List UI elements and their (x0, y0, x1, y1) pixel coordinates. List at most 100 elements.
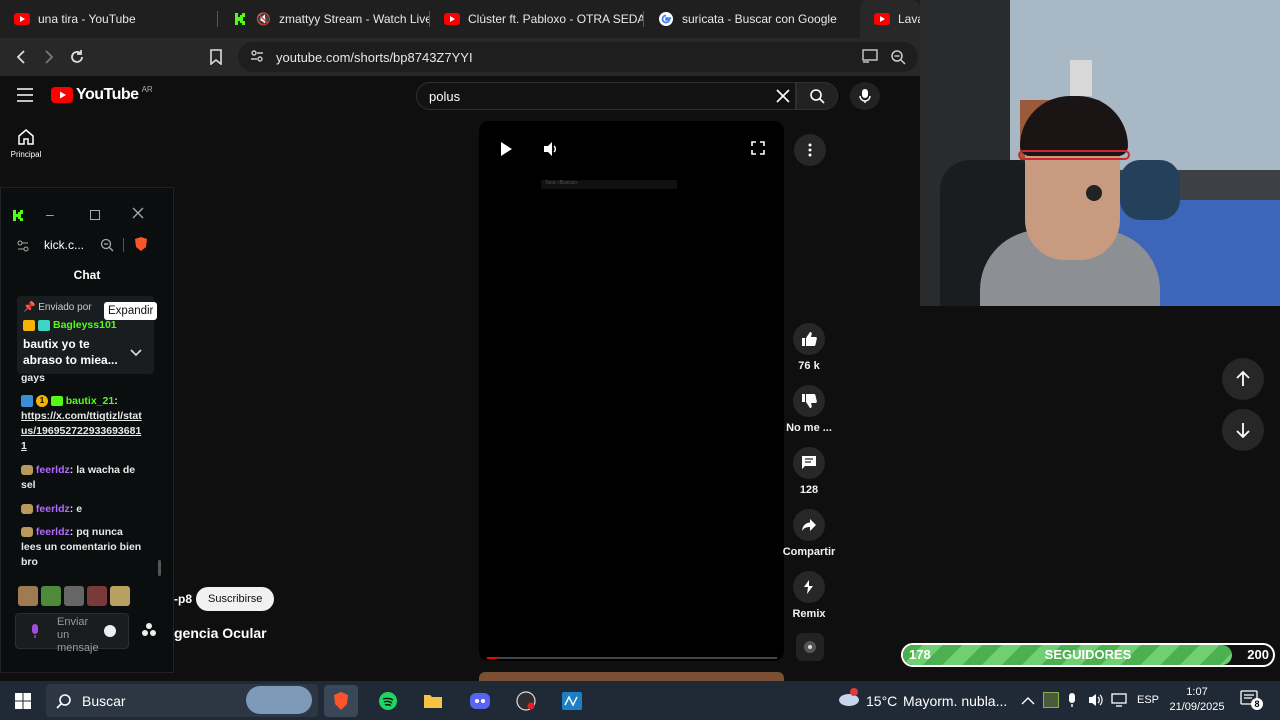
maximize-icon[interactable] (90, 210, 100, 220)
shorts-video-player[interactable]: Toca «Buscar» (479, 121, 784, 661)
forward-arrow-icon[interactable] (36, 44, 62, 70)
thumbs-up-icon (802, 332, 817, 346)
kick-icon (12, 209, 25, 227)
emoji-icon[interactable] (104, 625, 116, 637)
chat-username[interactable]: feerldz (36, 464, 70, 476)
comment-icon (802, 456, 816, 469)
chat-input[interactable]: Enviar un mensaje (15, 613, 129, 654)
tab-una-tira[interactable]: una tira - YouTube (0, 0, 218, 38)
more-options-button[interactable] (794, 134, 826, 166)
minimize-icon[interactable]: – (46, 206, 54, 222)
clock[interactable]: 1:07 21/09/2025 (1166, 685, 1228, 715)
file-explorer-icon[interactable] (416, 685, 450, 717)
video-title[interactable]: gencia Ocular (174, 625, 267, 641)
volume-icon[interactable] (543, 141, 559, 162)
network-icon[interactable] (1111, 693, 1127, 712)
hamburger-menu-icon[interactable] (16, 88, 34, 107)
youtube-logo[interactable]: YouTube AR (51, 85, 153, 104)
weather-desc[interactable]: Mayorm. nubla... (903, 693, 1007, 709)
og-badge-icon (38, 319, 50, 331)
chat-link[interactable]: https://x.com/ttiqtizl/status/1969527229… (21, 409, 145, 454)
show-hidden-icons-icon[interactable] (1021, 693, 1035, 711)
next-short-preview[interactable] (479, 672, 784, 681)
share-button[interactable]: Compartir (783, 509, 835, 558)
emote-icon[interactable] (18, 586, 38, 606)
tab-bar: una tira - YouTube 🔇 zmattyy Stream - Wa… (0, 0, 920, 38)
chat-username[interactable]: feerldz (36, 503, 70, 515)
site-settings-icon[interactable] (250, 49, 264, 66)
tab-zmattyy-stream[interactable]: 🔇 zmattyy Stream - Watch Live o (218, 0, 430, 38)
pinned-username[interactable]: Bagleyss101 (53, 319, 117, 331)
address-bar[interactable]: youtube.com/shorts/bp8743Z7YYI (238, 42, 918, 72)
next-short-button[interactable] (1222, 409, 1264, 451)
dislike-button[interactable]: No me ... (786, 385, 832, 434)
microphone-icon[interactable] (30, 623, 40, 644)
search-button[interactable] (796, 82, 838, 110)
windows-taskbar: Buscar 15°C Mayorm. nubla... ESP 1:07 21… (0, 681, 1280, 720)
sound-thumbnail[interactable] (796, 633, 824, 661)
emote-icon[interactable] (64, 586, 84, 606)
windows-start-icon[interactable] (6, 685, 40, 717)
spotify-icon[interactable] (371, 685, 405, 717)
site-settings-icon[interactable] (17, 239, 29, 257)
reload-icon[interactable] (64, 44, 90, 70)
zoom-icon[interactable] (100, 238, 114, 257)
channel-name[interactable]: -p8 (174, 592, 192, 606)
previous-short-button[interactable] (1222, 358, 1264, 400)
emote-icon[interactable] (87, 586, 107, 606)
tray-app-icon[interactable] (1043, 692, 1059, 708)
discord-icon[interactable] (463, 685, 497, 717)
chat-username[interactable]: bautix_21 (66, 395, 114, 407)
microphone-icon (859, 89, 871, 103)
video-progress-bar[interactable] (487, 657, 777, 659)
moderator-badge-icon (21, 395, 33, 408)
zoom-icon[interactable] (890, 49, 906, 68)
home-icon (18, 129, 34, 145)
taskbar-search[interactable]: Buscar (46, 684, 318, 717)
clear-search-icon[interactable] (775, 88, 791, 107)
quick-emotes (18, 586, 130, 606)
brave-browser-icon[interactable] (324, 685, 358, 717)
fullscreen-icon[interactable] (751, 141, 765, 160)
voice-search-button[interactable] (850, 82, 880, 110)
kick-url[interactable]: kick.c... (44, 238, 84, 252)
notification-icon[interactable]: 8 (1240, 690, 1263, 713)
subscribe-button[interactable]: Suscribirse (196, 587, 275, 611)
settings-dots-icon[interactable] (141, 622, 157, 643)
chevron-down-icon[interactable] (130, 344, 142, 362)
chat-message: 1 bautix_21: https://x.com/ttiqtizl/stat… (21, 394, 145, 454)
remix-button[interactable]: Remix (786, 571, 832, 620)
muted-speaker-icon[interactable]: 🔇 (256, 12, 271, 26)
tab-lava-active[interactable]: Lava (860, 0, 920, 38)
language-indicator[interactable]: ESP (1137, 694, 1159, 706)
emote-icon[interactable] (110, 586, 130, 606)
chat-username[interactable]: feerldz (36, 526, 70, 538)
microphone-icon[interactable] (1067, 692, 1077, 713)
bookmark-icon[interactable] (203, 44, 229, 70)
search-input[interactable]: polus (416, 82, 796, 110)
video-caption: Toca «Buscar» (541, 180, 677, 189)
like-button[interactable]: 76 k (786, 323, 832, 372)
comments-button[interactable]: 128 (786, 447, 832, 496)
app-icon[interactable] (555, 685, 589, 717)
emote-icon[interactable] (41, 586, 61, 606)
weather-temp[interactable]: 15°C (866, 693, 897, 709)
close-icon[interactable] (132, 206, 144, 224)
back-arrow-icon[interactable] (8, 44, 34, 70)
tab-cluster[interactable]: Clúster ft. Pabloxo - OTRA SEDA (\ (430, 0, 644, 38)
weather-icon[interactable] (836, 687, 860, 712)
pinned-text: bautix yo te abraso to miea... (23, 337, 118, 367)
arrow-down-icon (1236, 423, 1250, 438)
brave-shield-icon[interactable] (134, 236, 148, 257)
chat-message: gays (21, 372, 45, 384)
tab-suricata-google[interactable]: suricata - Buscar con Google (644, 0, 860, 38)
obs-icon[interactable] (509, 685, 543, 717)
volume-icon[interactable] (1088, 693, 1104, 712)
followers-goal: 200 (1247, 647, 1269, 662)
crown-badge-icon (23, 319, 35, 331)
cast-icon[interactable] (862, 49, 878, 66)
play-icon[interactable] (499, 141, 513, 162)
more-vert-icon (808, 143, 812, 157)
sidebar-item-home[interactable]: Principal (8, 128, 44, 159)
chat-scrollbar[interactable] (158, 560, 161, 576)
